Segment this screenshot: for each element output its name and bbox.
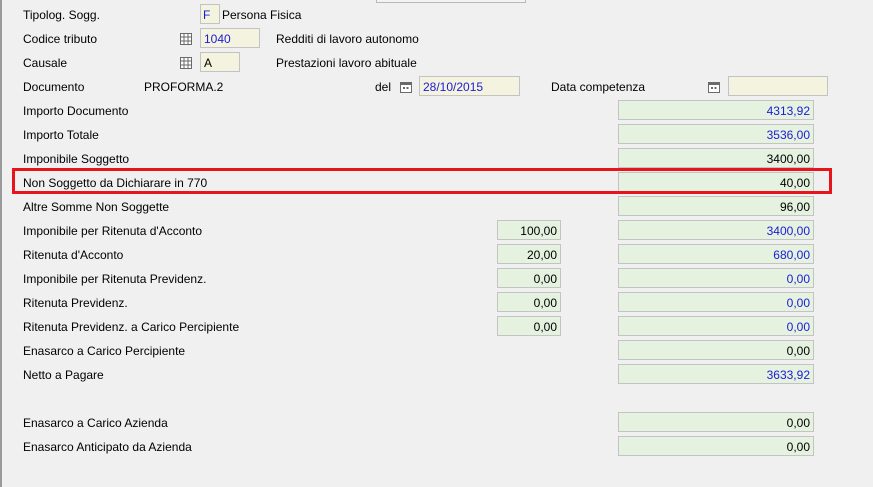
row-mid-field[interactable]: 20,00 [497,244,561,264]
row-label: Enasarco a Carico Azienda [23,416,168,430]
row-label: Enasarco a Carico Percipiente [23,344,186,358]
row-label: Imponibile per Ritenuta d'Acconto [23,224,203,238]
row-value-field[interactable]: 0,00 [618,340,814,360]
codice-field[interactable]: 1040 [200,28,260,48]
row-label: Netto a Pagare [23,368,104,382]
tipolog-label: Tipolog. Sogg. [23,8,100,22]
row-value-field[interactable]: 0,00 [618,316,814,336]
row-value-field[interactable]: 3400,00 [618,148,814,168]
documento-value: PROFORMA.2 [144,80,224,94]
row-value-field[interactable]: 0,00 [618,292,814,312]
row-label: Imponibile Soggetto [23,152,130,166]
row-value-field[interactable]: 4313,92 [618,100,814,120]
row-value-field[interactable]: 3536,00 [618,124,814,144]
competenza-label: Data competenza [551,80,646,94]
causale-label: Causale [23,56,68,70]
row-label: Imponibile per Ritenuta Previdenz. [23,272,207,286]
row-mid-field[interactable]: 0,00 [497,268,561,288]
row-label: Non Soggetto da Dichiarare in 770 [23,176,208,190]
row-value-field[interactable]: 3400,00 [618,220,814,240]
row-value-field[interactable]: 0,00 [618,436,814,456]
table-grid-icon[interactable] [180,33,192,45]
row-mid-field[interactable]: 0,00 [497,292,561,312]
documento-label: Documento [23,80,85,94]
calendar-icon[interactable] [708,81,720,93]
tipolog-field[interactable]: F [200,4,220,24]
codice-label: Codice tributo [23,32,98,46]
row-value-field[interactable]: 0,00 [618,412,814,432]
top-partial-field[interactable] [376,0,526,3]
row-mid-field[interactable]: 0,00 [497,316,561,336]
row-value-field[interactable]: 96,00 [618,196,814,216]
del-date-field[interactable]: 28/10/2015 [419,76,520,96]
row-value-field[interactable]: 40,00 [618,172,814,192]
competenza-field[interactable] [728,76,828,96]
row-label: Importo Documento [23,104,129,118]
row-label: Importo Totale [23,128,99,142]
causale-field[interactable]: A [200,52,240,72]
left-border [0,0,2,487]
table-grid-icon[interactable] [180,57,192,69]
row-value-field[interactable]: 0,00 [618,268,814,288]
row-label: Ritenuta d'Acconto [23,248,124,262]
row-value-field[interactable]: 680,00 [618,244,814,264]
row-label: Enasarco Anticipato da Azienda [23,440,192,454]
del-label: del [375,80,392,94]
row-value-field[interactable]: 3633,92 [618,364,814,384]
row-mid-field[interactable]: 100,00 [497,220,561,240]
codice-desc: Redditi di lavoro autonomo [276,32,419,46]
calendar-icon[interactable] [400,81,412,93]
row-label: Ritenuta Previdenz. a Carico Percipiente [23,320,240,334]
causale-desc: Prestazioni lavoro abituale [276,56,417,70]
row-label: Altre Somme Non Soggette [23,200,170,214]
row-label: Ritenuta Previdenz. [23,296,128,310]
tipolog-desc: Persona Fisica [222,8,302,22]
